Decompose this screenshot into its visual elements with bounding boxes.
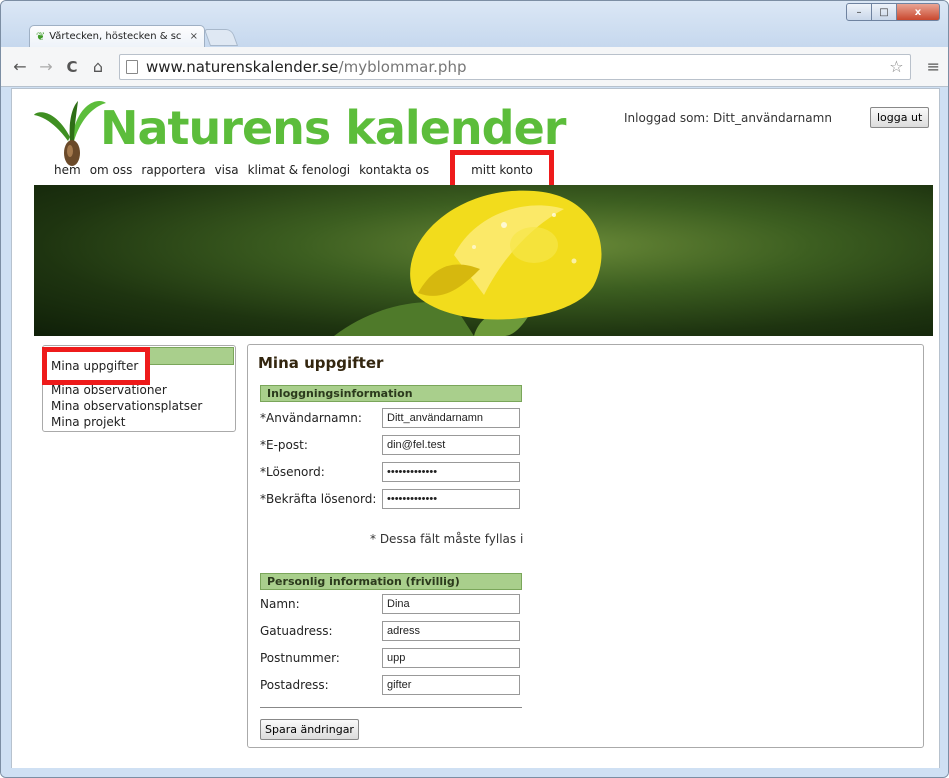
postcode-row: Postnummer: <box>260 647 340 669</box>
nav-rapportera[interactable]: rapportera <box>141 163 205 177</box>
logged-in-as: Inloggad som: Ditt_användarnamn <box>624 111 832 125</box>
username-input[interactable] <box>382 408 520 428</box>
postcode-label: Postnummer: <box>260 651 340 665</box>
tab-title: Vårtecken, höstecken & sc <box>49 31 182 42</box>
leaf-favicon-icon: ❦ <box>36 30 46 43</box>
leaf-logo-icon[interactable] <box>34 97 108 169</box>
city-input[interactable] <box>382 675 520 695</box>
nav-klimat-fenologi[interactable]: klimat & fenologi <box>248 163 351 177</box>
page-title: Mina uppgifter <box>258 354 384 372</box>
close-window-button[interactable]: x <box>896 3 940 21</box>
logout-button[interactable]: logga ut <box>870 107 930 128</box>
username-row: *Användarnamn: <box>260 407 362 429</box>
reload-button[interactable]: C <box>61 56 83 78</box>
banner-image <box>34 185 933 336</box>
site-logo[interactable]: Naturens kalender <box>100 105 566 151</box>
page-icon <box>126 59 138 74</box>
menu-icon[interactable]: ≡ <box>927 57 940 76</box>
browser-tab[interactable]: ❦ Vårtecken, höstecken & sc × <box>29 25 205 47</box>
main-panel: Mina uppgifter Inloggningsinformation *A… <box>247 344 924 748</box>
nav-kontakta-oss[interactable]: kontakta os <box>359 163 429 177</box>
name-label: Namn: <box>260 597 300 611</box>
main-nav: hem om oss rapportera visa klimat & feno… <box>54 163 438 177</box>
name-input[interactable] <box>382 594 520 614</box>
back-button[interactable]: ← <box>9 56 31 78</box>
email-label: *E-post: <box>260 438 308 452</box>
city-label: Postadress: <box>260 678 329 692</box>
sidebar-item-mina-projekt[interactable]: Mina projekt <box>43 414 235 430</box>
window-bottom-frame <box>1 768 948 777</box>
password-label: *Lösenord: <box>260 465 325 479</box>
city-row: Postadress: <box>260 674 329 696</box>
confirm-password-input[interactable] <box>382 489 520 509</box>
login-section-header: Inloggningsinformation <box>260 385 522 402</box>
page-viewport: Naturens kalender Inloggad som: Ditt_anv… <box>11 88 940 770</box>
title-bar: ❦ Vårtecken, höstecken & sc × – □ x <box>1 1 948 47</box>
minimize-button[interactable]: – <box>846 3 872 21</box>
confirm-password-label: *Bekräfta lösenord: <box>260 492 377 506</box>
site-header: Naturens kalender Inloggad som: Ditt_anv… <box>34 97 933 193</box>
nav-om-oss[interactable]: om oss <box>90 163 133 177</box>
required-note: * Dessa fält måste fyllas i <box>370 532 524 546</box>
maximize-button[interactable]: □ <box>871 3 897 21</box>
password-row: *Lösenord: <box>260 461 325 483</box>
password-input[interactable] <box>382 462 520 482</box>
nav-mitt-konto[interactable]: mitt konto <box>450 150 554 190</box>
form-divider <box>260 707 522 708</box>
nav-visa[interactable]: visa <box>215 163 239 177</box>
browser-toolbar: ← → C ⌂ www.naturenskalender.se/myblomma… <box>1 47 948 87</box>
street-input[interactable] <box>382 621 520 641</box>
address-bar[interactable]: www.naturenskalender.se/myblommar.php ☆ <box>119 53 911 80</box>
tab-close-icon[interactable]: × <box>190 31 198 42</box>
postcode-input[interactable] <box>382 648 520 668</box>
sidebar-item-highlight[interactable]: Mina uppgifter <box>42 347 150 385</box>
home-button[interactable]: ⌂ <box>87 56 109 78</box>
email-input[interactable] <box>382 435 520 455</box>
username-label: *Användarnamn: <box>260 411 362 425</box>
save-changes-button[interactable]: Spara ändringar <box>260 719 359 740</box>
window-controls: – □ x <box>846 3 940 21</box>
forward-button[interactable]: → <box>35 56 57 78</box>
sidebar-item-mina-observationsplatser[interactable]: Mina observationsplatser <box>43 398 235 414</box>
email-row: *E-post: <box>260 434 308 456</box>
street-row: Gatuadress: <box>260 620 333 642</box>
browser-window: ❦ Vårtecken, höstecken & sc × – □ x ← → … <box>0 0 949 778</box>
name-row: Namn: <box>260 593 300 615</box>
street-label: Gatuadress: <box>260 624 333 638</box>
confirm-password-row: *Bekräfta lösenord: <box>260 488 376 510</box>
personal-section-header: Personlig information (frivillig) <box>260 573 522 590</box>
url-path: /myblommar.php <box>338 57 467 76</box>
new-tab-button[interactable] <box>203 29 239 46</box>
nav-hem[interactable]: hem <box>54 163 81 177</box>
bookmark-star-icon[interactable]: ☆ <box>889 57 903 76</box>
flower-bud-image <box>334 190 602 336</box>
url-host: www.naturenskalender.se <box>146 57 339 76</box>
